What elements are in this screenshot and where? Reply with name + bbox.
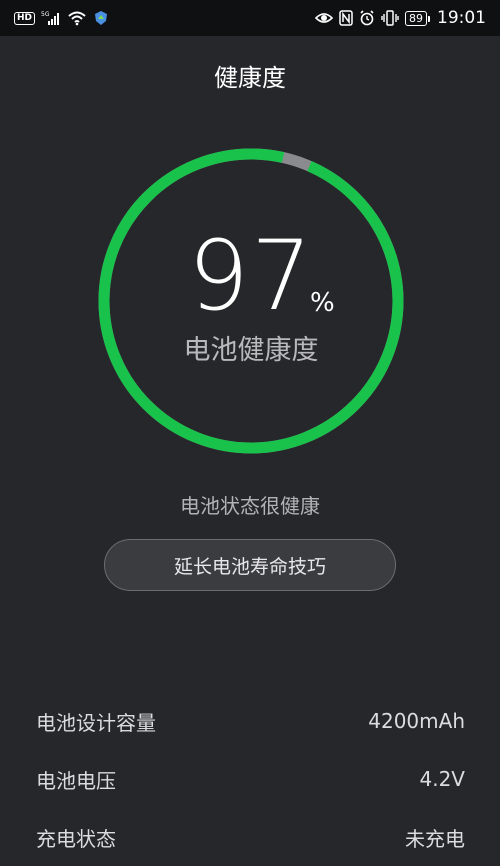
nfc-icon	[339, 10, 353, 26]
info-label: 电池设计容量	[36, 710, 156, 735]
status-bar-left: HD 5G	[14, 10, 109, 26]
eye-icon	[315, 11, 333, 25]
hd-icon: HD	[14, 11, 36, 25]
health-percent-value: 97	[187, 220, 315, 332]
battery-status-text: 电池状态很健康	[180, 494, 320, 518]
info-row-charging-status: 充电状态 未充电	[0, 808, 500, 866]
health-label: 电池健康度	[183, 335, 319, 366]
info-value: 4.2V	[419, 767, 466, 791]
shield-app-icon	[93, 10, 109, 26]
battery-info-list: 电池设计容量 4200mAh 电池电压 4.2V 充电状态 未充电	[0, 692, 500, 866]
signal-5g-icon: 5G	[41, 10, 61, 26]
status-bar-right: 89 19:01	[315, 8, 486, 28]
health-ring: 97 % 电池健康度	[96, 146, 406, 456]
info-label: 电池电压	[36, 768, 116, 793]
battery-icon: 89	[405, 10, 430, 26]
svg-text:5G: 5G	[41, 11, 50, 18]
wifi-icon	[67, 10, 87, 26]
info-label: 充电状态	[36, 826, 116, 851]
info-row-voltage: 电池电压 4.2V	[0, 750, 500, 808]
page-title: 健康度	[214, 64, 286, 92]
info-row-design-capacity: 电池设计容量 4200mAh	[0, 692, 500, 750]
vibrate-icon	[381, 10, 399, 26]
info-value: 4200mAh	[368, 709, 465, 733]
percent-sign: %	[310, 288, 335, 318]
alarm-icon	[359, 10, 375, 26]
battery-tips-button[interactable]: 延长电池寿命技巧	[104, 539, 396, 591]
info-value: 未充电	[405, 826, 465, 851]
clock: 19:01	[437, 8, 486, 28]
status-bar: HD 5G 89 19:01	[0, 0, 500, 36]
